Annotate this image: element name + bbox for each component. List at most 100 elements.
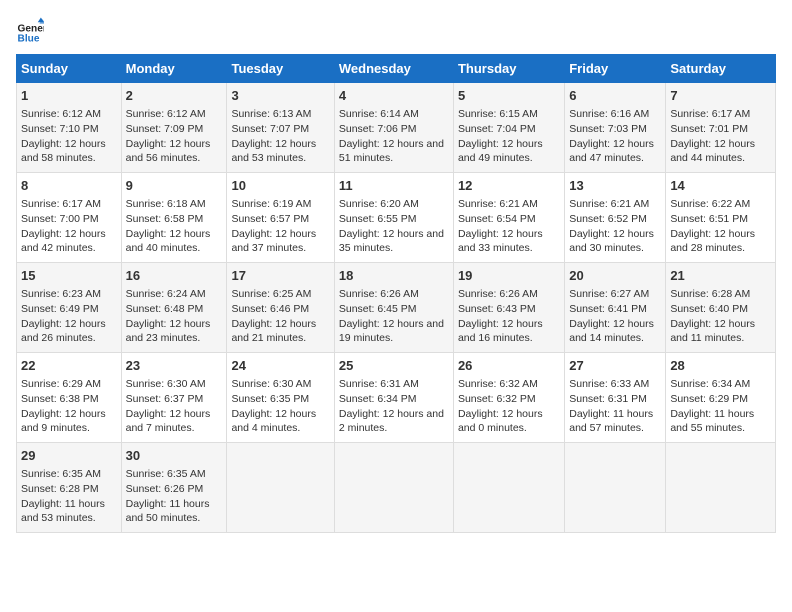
day-number: 27 [569, 357, 661, 375]
calendar-week-row: 22Sunrise: 6:29 AMSunset: 6:38 PMDayligh… [17, 353, 776, 443]
daylight: Daylight: 12 hours and 44 minutes. [670, 138, 755, 165]
sunset: Sunset: 7:00 PM [21, 213, 99, 225]
header: General Blue [16, 16, 776, 44]
daylight: Daylight: 12 hours and 14 minutes. [569, 318, 654, 345]
sunrise: Sunrise: 6:17 AM [670, 108, 750, 120]
sunset: Sunset: 6:41 PM [569, 303, 647, 315]
calendar-week-row: 29Sunrise: 6:35 AMSunset: 6:28 PMDayligh… [17, 443, 776, 533]
logo-icon: General Blue [16, 16, 44, 44]
day-number: 4 [339, 87, 449, 105]
day-number: 5 [458, 87, 560, 105]
calendar-header: SundayMondayTuesdayWednesdayThursdayFrid… [17, 55, 776, 83]
calendar-cell: 23Sunrise: 6:30 AMSunset: 6:37 PMDayligh… [121, 353, 227, 443]
sunset: Sunset: 6:34 PM [339, 393, 417, 405]
sunset: Sunset: 6:29 PM [670, 393, 748, 405]
sunset: Sunset: 6:54 PM [458, 213, 536, 225]
day-number: 11 [339, 177, 449, 195]
day-number: 25 [339, 357, 449, 375]
calendar-cell: 7Sunrise: 6:17 AMSunset: 7:01 PMDaylight… [666, 83, 776, 173]
sunset: Sunset: 6:38 PM [21, 393, 99, 405]
calendar-week-row: 1Sunrise: 6:12 AMSunset: 7:10 PMDaylight… [17, 83, 776, 173]
calendar-cell: 24Sunrise: 6:30 AMSunset: 6:35 PMDayligh… [227, 353, 334, 443]
calendar-cell: 11 Sunrise: 6:20 AM Sunset: 6:55 PM Dayligh… [334, 173, 453, 263]
daylight: Daylight: 12 hours and 37 minutes. [231, 228, 316, 255]
day-number: 30 [126, 447, 223, 465]
daylight: Daylight: 12 hours and 42 minutes. [21, 228, 106, 255]
sunrise: Sunrise: 6:23 AM [21, 288, 101, 300]
sunset: Sunset: 6:35 PM [231, 393, 309, 405]
day-number: 24 [231, 357, 329, 375]
header-day: Wednesday [334, 55, 453, 83]
calendar-week-row: 15Sunrise: 6:23 AMSunset: 6:49 PMDayligh… [17, 263, 776, 353]
sunrise: Sunrise: 6:21 AM [458, 198, 538, 210]
sunrise: Sunrise: 6:20 AM [339, 198, 419, 210]
sunrise: Sunrise: 6:22 AM [670, 198, 750, 210]
daylight: Daylight: 11 hours and 57 minutes. [569, 408, 653, 435]
calendar-cell: 16 Sunrise: 6:24 AM Sunset: 6:48 PM Dayligh… [121, 263, 227, 353]
sunset: Sunset: 6:55 PM [339, 213, 417, 225]
daylight: Daylight: 11 hours and 55 minutes. [670, 408, 754, 435]
logo: General Blue [16, 16, 48, 44]
sunrise: Sunrise: 6:13 AM [231, 108, 311, 120]
daylight: Daylight: 12 hours and 23 minutes. [126, 318, 211, 345]
daylight: Daylight: 12 hours and 26 minutes. [21, 318, 106, 345]
sunset: Sunset: 7:03 PM [569, 123, 647, 135]
daylight: Daylight: 12 hours and 40 minutes. [126, 228, 211, 255]
daylight: Daylight: 12 hours and 35 minutes. [339, 228, 444, 255]
sunset: Sunset: 6:45 PM [339, 303, 417, 315]
calendar-week-row: 8Sunrise: 6:17 AMSunset: 7:00 PMDaylight… [17, 173, 776, 263]
calendar-cell: 12Sunrise: 6:21 AMSunset: 6:54 PMDayligh… [453, 173, 564, 263]
sunrise: Sunrise: 6:26 AM [458, 288, 538, 300]
daylight: Daylight: 12 hours and 19 minutes. [339, 318, 444, 345]
sunrise: Sunrise: 6:19 AM [231, 198, 311, 210]
calendar-cell: 5Sunrise: 6:15 AMSunset: 7:04 PMDaylight… [453, 83, 564, 173]
day-number: 6 [569, 87, 661, 105]
day-number: 8 [21, 177, 117, 195]
calendar-cell: 19Sunrise: 6:26 AMSunset: 6:43 PMDayligh… [453, 263, 564, 353]
sunset: Sunset: 6:48 PM [126, 303, 204, 315]
daylight: Daylight: 12 hours and 58 minutes. [21, 138, 106, 165]
calendar-cell: 9Sunrise: 6:18 AMSunset: 6:58 PMDaylight… [121, 173, 227, 263]
sunset: Sunset: 6:40 PM [670, 303, 748, 315]
sunrise: Sunrise: 6:15 AM [458, 108, 538, 120]
day-number: 3 [231, 87, 329, 105]
daylight: Daylight: 12 hours and 4 minutes. [231, 408, 316, 435]
day-number: 17 [231, 267, 329, 285]
day-number: 10 [231, 177, 329, 195]
day-number: 16 [126, 267, 223, 285]
sunrise: Sunrise: 6:27 AM [569, 288, 649, 300]
calendar-cell: 27Sunrise: 6:33 AMSunset: 6:31 PMDayligh… [565, 353, 666, 443]
sunset: Sunset: 7:09 PM [126, 123, 204, 135]
calendar-cell: 6Sunrise: 6:16 AMSunset: 7:03 PMDaylight… [565, 83, 666, 173]
daylight: Daylight: 12 hours and 21 minutes. [231, 318, 316, 345]
daylight: Daylight: 12 hours and 53 minutes. [231, 138, 316, 165]
header-row: SundayMondayTuesdayWednesdayThursdayFrid… [17, 55, 776, 83]
calendar-cell [666, 443, 776, 533]
day-number: 7 [670, 87, 771, 105]
daylight: Daylight: 11 hours and 50 minutes. [126, 498, 210, 525]
calendar-cell: 13Sunrise: 6:21 AMSunset: 6:52 PMDayligh… [565, 173, 666, 263]
header-day: Tuesday [227, 55, 334, 83]
sunrise: Sunrise: 6:32 AM [458, 378, 538, 390]
day-number: 12 [458, 177, 560, 195]
calendar-cell: 18Sunrise: 6:26 AMSunset: 6:45 PMDayligh… [334, 263, 453, 353]
daylight: Daylight: 12 hours and 9 minutes. [21, 408, 106, 435]
calendar-cell: 21Sunrise: 6:28 AMSunset: 6:40 PMDayligh… [666, 263, 776, 353]
day-number: 21 [670, 267, 771, 285]
sunset: Sunset: 6:37 PM [126, 393, 204, 405]
daylight: Daylight: 12 hours and 47 minutes. [569, 138, 654, 165]
day-number: 28 [670, 357, 771, 375]
calendar-cell: 22Sunrise: 6:29 AMSunset: 6:38 PMDayligh… [17, 353, 122, 443]
sunrise: Sunrise: 6:24 AM [126, 288, 206, 300]
day-number: 14 [670, 177, 771, 195]
sunset: Sunset: 6:32 PM [458, 393, 536, 405]
daylight: Daylight: 12 hours and 2 minutes. [339, 408, 444, 435]
calendar-cell [453, 443, 564, 533]
day-number: 29 [21, 447, 117, 465]
day-number: 23 [126, 357, 223, 375]
daylight: Daylight: 12 hours and 7 minutes. [126, 408, 211, 435]
sunset: Sunset: 7:06 PM [339, 123, 417, 135]
header-day: Monday [121, 55, 227, 83]
header-day: Friday [565, 55, 666, 83]
calendar-cell: 2Sunrise: 6:12 AMSunset: 7:09 PMDaylight… [121, 83, 227, 173]
